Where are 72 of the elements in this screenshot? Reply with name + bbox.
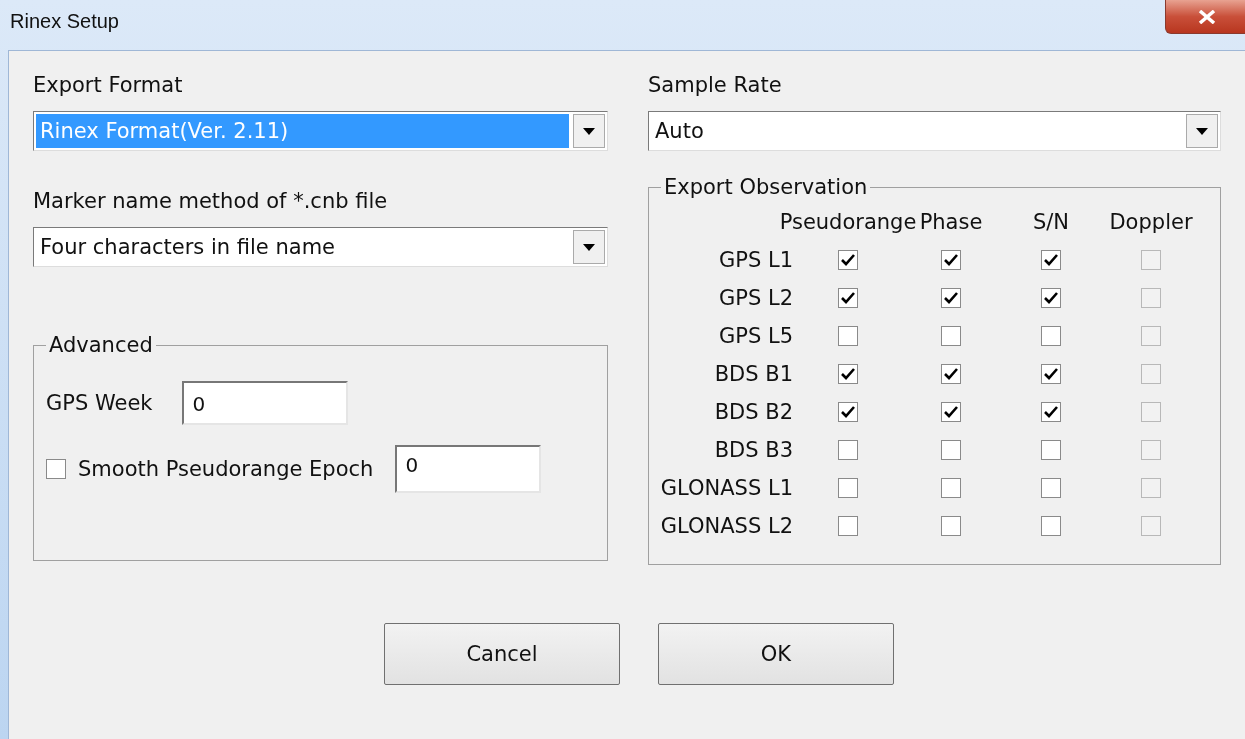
row-label: BDS B1 <box>714 362 793 386</box>
check-icon <box>841 406 855 418</box>
window-title: Rinex Setup <box>10 10 119 33</box>
dropdown-button[interactable] <box>573 114 605 148</box>
group-title: Export Observation <box>663 175 869 199</box>
dropdown[interactable]: Four characters in file name <box>33 227 608 267</box>
checkbox[interactable] <box>46 459 66 479</box>
checkbox[interactable] <box>838 440 858 460</box>
row-label: GPS L5 <box>719 324 793 348</box>
row-label: GPS L2 <box>719 286 793 310</box>
input-field[interactable]: 0 <box>182 381 349 425</box>
column-header: Phase <box>919 210 983 234</box>
check-icon <box>841 368 855 380</box>
row-label: BDS B2 <box>714 400 793 424</box>
checkbox[interactable] <box>1041 288 1061 308</box>
checkbox[interactable] <box>1041 440 1061 460</box>
field-label: Sample Rate <box>648 73 783 97</box>
checkbox[interactable] <box>941 326 961 346</box>
row-label: GPS L1 <box>719 248 793 272</box>
column-header: S/N <box>1032 210 1070 234</box>
field-label: Export Format <box>33 73 184 97</box>
checkbox[interactable] <box>1041 478 1061 498</box>
column-header: Pseudorange <box>779 210 917 234</box>
dropdown[interactable]: Auto <box>648 111 1221 151</box>
close-button[interactable] <box>1165 0 1245 34</box>
checkbox-label: Smooth Pseudorange Epoch <box>78 457 374 481</box>
check-icon <box>944 406 958 418</box>
check-icon <box>841 292 855 304</box>
checkbox[interactable] <box>941 288 961 308</box>
check-icon <box>944 368 958 380</box>
dropdown-button[interactable] <box>573 230 605 264</box>
checkbox[interactable] <box>941 364 961 384</box>
checkbox[interactable] <box>838 516 858 536</box>
checkbox[interactable] <box>838 364 858 384</box>
checkbox[interactable] <box>1041 516 1061 536</box>
field-label: GPS Week <box>46 391 153 415</box>
checkbox[interactable] <box>941 440 961 460</box>
check-icon <box>841 254 855 266</box>
column-header: Doppler <box>1109 210 1193 234</box>
row-label: GLONASS L2 <box>660 514 793 538</box>
checkbox[interactable] <box>838 326 858 346</box>
check-icon <box>1044 406 1058 418</box>
checkbox[interactable] <box>941 250 961 270</box>
check-icon <box>944 254 958 266</box>
caret-icon <box>1196 127 1208 135</box>
checkbox[interactable] <box>941 402 961 422</box>
checkbox[interactable] <box>941 516 961 536</box>
caret-icon <box>583 127 595 135</box>
dropdown-value: Rinex Format(Ver. 2.11) <box>36 114 569 148</box>
check-icon <box>1044 254 1058 266</box>
checkbox[interactable] <box>838 250 858 270</box>
dialog-button[interactable]: Cancel <box>384 623 620 685</box>
caret-icon <box>583 243 595 251</box>
dialog-button[interactable]: OK <box>658 623 894 685</box>
checkbox[interactable] <box>1041 326 1061 346</box>
checkbox[interactable] <box>838 402 858 422</box>
checkbox[interactable] <box>1041 402 1061 422</box>
input-field[interactable]: 0 <box>395 445 542 493</box>
close-icon <box>1198 9 1216 24</box>
checkbox[interactable] <box>1041 250 1061 270</box>
checkbox[interactable] <box>838 478 858 498</box>
check-icon <box>944 292 958 304</box>
check-icon <box>1044 368 1058 380</box>
group-title: Advanced <box>48 333 154 357</box>
checkbox[interactable] <box>838 288 858 308</box>
checkbox[interactable] <box>1041 364 1061 384</box>
row-label: BDS B3 <box>714 438 793 462</box>
checkbox[interactable] <box>941 478 961 498</box>
dropdown-button[interactable] <box>1186 114 1218 148</box>
row-label: GLONASS L1 <box>660 476 793 500</box>
field-label: Marker name method of *.cnb file <box>33 189 389 213</box>
check-icon <box>1044 292 1058 304</box>
